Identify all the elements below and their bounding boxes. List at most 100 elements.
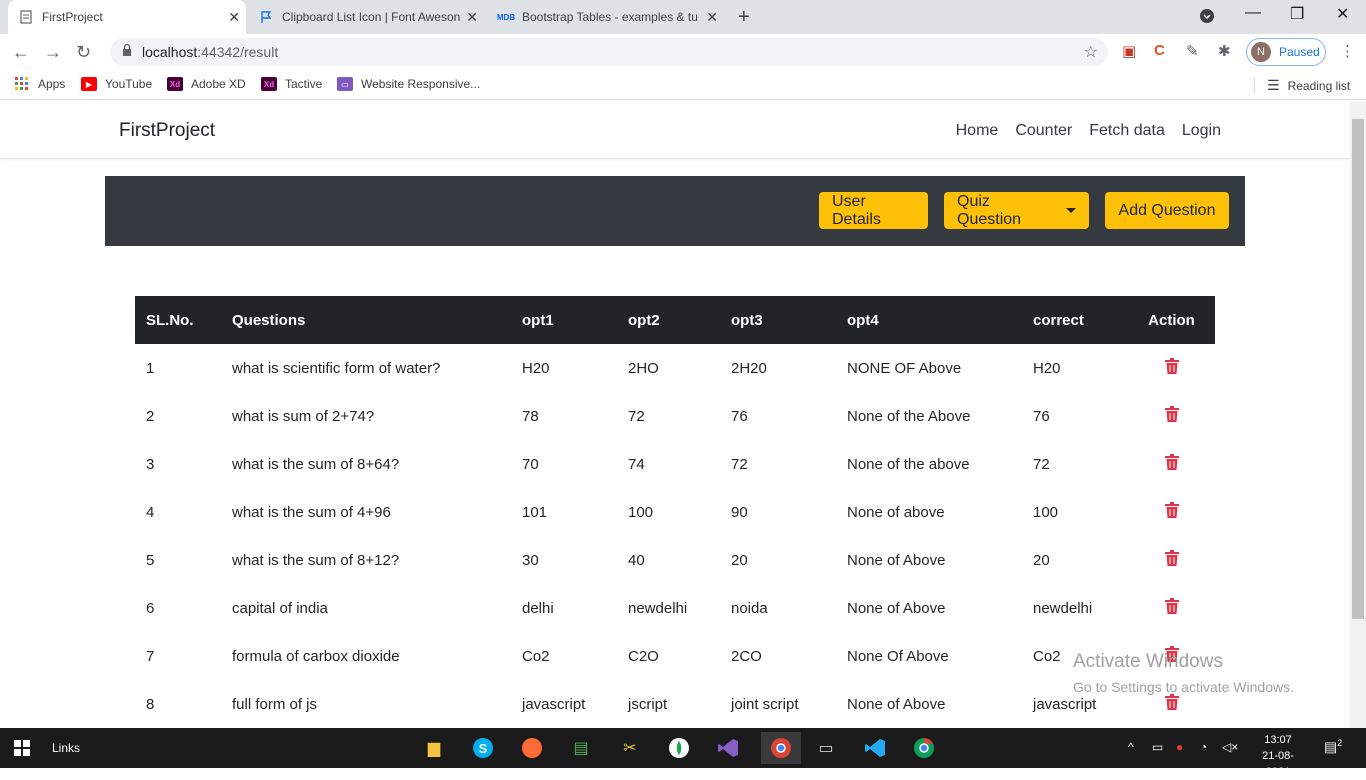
chrome-icon[interactable] [908,732,940,764]
mdb-icon: MDB [496,12,516,22]
taskbar-clock[interactable]: 13:07 21-08-2021 [1250,732,1306,780]
nav-home[interactable]: Home [956,122,999,140]
windows-start-icon[interactable] [14,740,30,761]
tab-clipboard-list-icon[interactable]: Clipboard List Icon | Font Aweson ✕ [248,0,484,34]
notepad-plus-plus-icon[interactable]: ▤ [565,732,597,764]
notification-center-icon[interactable]: ▤2 [1324,738,1342,756]
postman-icon[interactable] [516,732,548,764]
vscode-icon[interactable] [859,732,891,764]
delete-trash-icon[interactable] [1139,358,1204,374]
scrollbar-thumb[interactable] [1352,119,1364,619]
bookmark-label: Adobe XD [191,77,246,91]
nav-counter[interactable]: Counter [1015,122,1072,140]
close-icon[interactable]: ✕ [228,9,240,26]
mongodb-compass-icon[interactable] [663,732,695,764]
wifi-icon[interactable]: ◔ [1200,740,1207,754]
cell-opt1: delhi [522,599,554,617]
tab-search-icon[interactable] [1199,8,1215,29]
table-row: 2 what is sum of 2+74? 78 72 76 None of the A… [135,392,1215,440]
reading-list-button[interactable]: ☰ Reading list [1254,77,1350,94]
close-window-icon[interactable]: ✕ [1336,4,1349,24]
user-details-button[interactable]: User Details [819,192,928,229]
back-icon[interactable]: ← [12,42,30,63]
address-bar[interactable]: localhost:44342/result ☆ [110,38,1108,66]
pocket-extension-icon[interactable]: ▣ [1122,42,1136,60]
cell-opt2: 74 [628,455,645,473]
skype-icon[interactable]: S [467,732,499,764]
forward-icon[interactable]: → [44,42,62,63]
delete-trash-icon[interactable] [1139,694,1204,710]
bookmark-apps[interactable]: Apps [14,77,65,91]
quiz-question-dropdown[interactable]: Quiz Question [944,192,1089,229]
close-icon[interactable]: ✕ [466,9,478,26]
chrome-active-icon[interactable] [761,732,801,764]
taskbar-links-toolbar[interactable]: Links [52,741,80,755]
profile-button[interactable]: N Paused [1246,38,1326,66]
nav-login[interactable]: Login [1182,122,1221,140]
volume-muted-icon[interactable]: ◁× [1222,740,1238,754]
reading-list-label: Reading list [1287,78,1351,93]
cell-correct: 72 [1033,455,1050,473]
bookmark-website-responsive[interactable]: ▭ Website Responsive... [337,77,480,91]
bookmark-youtube[interactable]: ▶ YouTube [81,77,152,91]
cell-action [1128,536,1215,584]
extensions-puzzle-icon[interactable]: ✱ [1218,42,1231,60]
bookmark-label: Apps [38,77,66,91]
bookmark-tactive[interactable]: Xd Tactive [261,77,322,91]
header-action: Action [1148,311,1195,329]
minimize-icon[interactable]: — [1245,4,1261,22]
reading-list-icon: ☰ [1267,77,1280,93]
delete-trash-icon[interactable] [1139,454,1204,470]
cell-opt2: 40 [628,551,645,569]
cell-opt3: noida [731,599,768,617]
cell-question: capital of india [232,599,328,617]
delete-trash-icon[interactable] [1139,502,1204,518]
cell-question: what is the sum of 8+64? [232,455,400,473]
chevron-up-icon[interactable]: ^ [1128,740,1134,754]
add-question-button[interactable]: Add Question [1105,192,1229,229]
cell-opt2: C2O [628,647,659,665]
cell-question: what is sum of 2+74? [232,407,375,425]
reload-icon[interactable]: ↻ [76,42,91,63]
tab-title: Clipboard List Icon | Font Aweson [282,10,461,24]
bookmark-adobe-xd[interactable]: Xd Adobe XD [167,77,246,91]
tools-icon[interactable]: ✂ [614,732,646,764]
tab-bootstrap-tables[interactable]: MDB Bootstrap Tables - examples & tu ✕ [488,0,724,34]
nav-fetch-data[interactable]: Fetch data [1089,122,1165,140]
visual-studio-icon[interactable] [712,732,744,764]
page-scrollbar[interactable] [1350,101,1366,728]
watermark-subtitle: Go to Settings to activate Windows. [1073,679,1294,695]
bookmark-star-icon[interactable]: ☆ [1084,42,1098,62]
notification-count: 2 [1337,738,1343,748]
cell-question: what is scientific form of water? [232,359,441,377]
eyedropper-extension-icon[interactable]: ✎ [1186,42,1199,60]
cell-action [1128,392,1215,440]
cell-sl-no: 8 [146,695,155,713]
extension-c-icon[interactable]: C [1154,42,1165,59]
table-row: 1 what is scientific form of water? H20 2HO… [135,344,1215,392]
delete-trash-icon[interactable] [1139,598,1204,614]
battery-icon[interactable]: ▭ [1152,740,1163,754]
clock-time: 13:07 [1264,734,1292,746]
menu-kebab-icon[interactable]: ⋮ [1340,42,1355,60]
network-error-icon[interactable]: ● [1176,740,1183,754]
brand-link[interactable]: FirstProject [119,120,215,142]
cell-opt3: 72 [731,455,748,473]
close-icon[interactable]: ✕ [706,9,718,26]
youtube-icon: ▶ [81,77,97,91]
header-questions: Questions [232,311,306,329]
bookmark-label: Website Responsive... [361,77,481,91]
terminal-icon[interactable]: ▭ [810,732,842,764]
clock-date: 21-08-2021 [1262,750,1294,778]
delete-trash-icon[interactable] [1139,550,1204,566]
cell-opt1: javascript [522,695,586,713]
file-explorer-icon[interactable]: ▆ [418,732,450,764]
browser-tab-bar: FirstProject ✕ Clipboard List Icon | Fon… [0,0,1366,34]
new-tab-icon[interactable]: + [738,6,750,29]
table-row: 8 full form of js javascript jscript joint s… [135,680,1215,728]
apps-grid-icon [14,77,30,91]
tab-firstproject[interactable]: FirstProject ✕ [8,0,246,34]
delete-trash-icon[interactable] [1139,406,1204,422]
bookmark-label: Tactive [285,77,323,91]
restore-icon[interactable]: ❐ [1290,4,1304,24]
